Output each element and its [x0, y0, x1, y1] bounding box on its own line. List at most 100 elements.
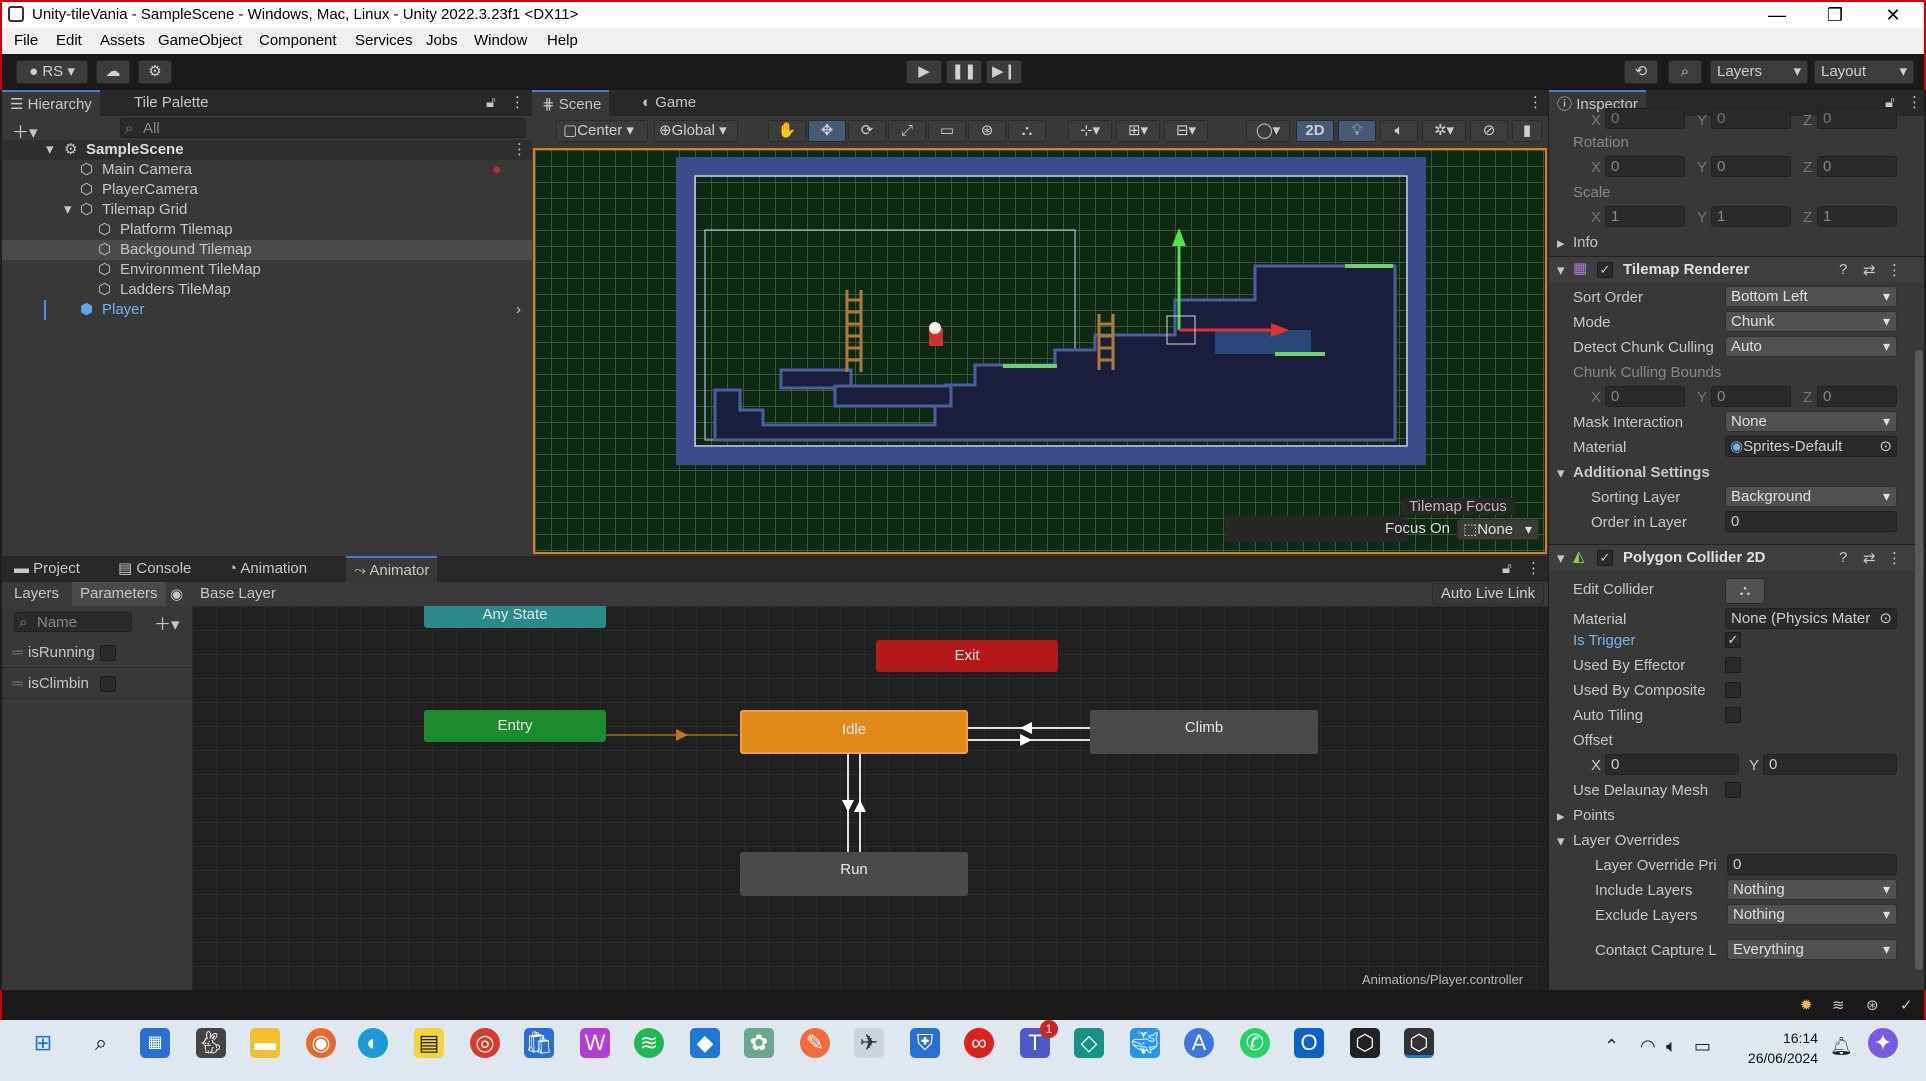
close-button[interactable]: ✕: [1864, 2, 1922, 28]
state-climb[interactable]: Climb: [1090, 710, 1318, 754]
preset-icon[interactable]: ⇄: [1863, 549, 1876, 567]
menu-file[interactable]: File: [14, 32, 38, 49]
unity-hub-icon[interactable]: ⬡: [1350, 1028, 1380, 1058]
drag-handle-icon[interactable]: ═: [12, 644, 23, 661]
light-icon[interactable]: ✹: [1800, 996, 1813, 1014]
firefox-icon[interactable]: ◉: [306, 1028, 336, 1058]
foldout-arrow-icon[interactable]: ▾: [1557, 261, 1565, 279]
chevron-up-icon[interactable]: ⌃: [1604, 1036, 1619, 1057]
lock-icon[interactable]: 🔓︎: [1502, 560, 1512, 577]
used-by-composite-checkbox[interactable]: [1725, 682, 1741, 698]
state-run[interactable]: Run: [740, 852, 968, 896]
menu-help[interactable]: Help: [547, 32, 578, 49]
bounds-y-field[interactable]: 0: [1711, 386, 1791, 407]
shield-icon[interactable]: ⛨: [910, 1028, 940, 1058]
list-item[interactable]: ⬡ Ladders TileMap: [2, 280, 532, 300]
animator-graph[interactable]: Any State Exit Entry Idle Climb Run Anim…: [192, 606, 1548, 990]
object-picker-icon[interactable]: ⊙: [1879, 437, 1892, 456]
collab-button[interactable]: ⚙: [138, 60, 172, 84]
tab-game[interactable]: ◐ Game: [634, 90, 704, 116]
visibility-toggle[interactable]: ⊘: [1470, 120, 1508, 142]
state-entry[interactable]: Entry: [424, 710, 606, 742]
wildlife-app-icon[interactable]: 🐇︎: [196, 1028, 226, 1058]
mask-dropdown[interactable]: None: [1725, 411, 1897, 432]
include-layers-dropdown[interactable]: Nothing: [1727, 879, 1897, 900]
tab-project[interactable]: ▬ Project: [6, 556, 88, 582]
custom-tool-button[interactable]: ⛬: [1008, 120, 1046, 142]
more-icon[interactable]: ⋮: [1528, 93, 1543, 111]
space-dropdown[interactable]: ⊕Global ▾: [654, 120, 738, 142]
clock-time[interactable]: 16:14: [1738, 1030, 1818, 1046]
unity-editor-icon[interactable]: ⬡: [1404, 1028, 1434, 1058]
menu-assets[interactable]: Assets: [100, 32, 145, 49]
debug-icon[interactable]: ⊛: [1866, 996, 1879, 1014]
points-foldout[interactable]: Points: [1573, 807, 1615, 824]
calendar-icon[interactable]: ▦: [140, 1028, 170, 1058]
override-priority-field[interactable]: 0: [1727, 854, 1897, 875]
stack-icon[interactable]: ≋: [1832, 996, 1845, 1014]
bell-icon[interactable]: 🔔︎: [1830, 1036, 1853, 1057]
eye-icon[interactable]: ◉: [170, 585, 183, 603]
camera-button[interactable]: ▮: [1512, 120, 1542, 142]
vscode-icon[interactable]: ◆: [690, 1028, 720, 1058]
scale-tool-button[interactable]: ⤢: [888, 120, 926, 142]
collider-material-field[interactable]: None (Physics Mater ⊙: [1725, 608, 1897, 629]
list-item[interactable]: ⬡ PlayerCamera: [2, 180, 532, 200]
layer-breadcrumb[interactable]: Base Layer: [200, 585, 276, 602]
list-item[interactable]: ⬡ Backgound Tilemap: [2, 240, 532, 260]
2d-toggle[interactable]: 2D: [1296, 120, 1334, 142]
windows-start-icon[interactable]: ⊞: [28, 1028, 58, 1058]
postman-icon[interactable]: ✎: [800, 1028, 830, 1058]
info-foldout[interactable]: Info: [1573, 234, 1598, 251]
maximize-button[interactable]: ❐: [1806, 2, 1864, 28]
wifi-icon[interactable]: ◠: [1640, 1036, 1656, 1057]
increment-button[interactable]: ⊟▾: [1164, 120, 1208, 142]
layer-overrides-foldout[interactable]: Layer Overrides: [1573, 832, 1680, 849]
cloud-button[interactable]: ☁: [96, 60, 130, 84]
more-icon[interactable]: ⋮: [512, 140, 527, 160]
list-item[interactable]: ═ isClimbin: [2, 669, 192, 699]
transform-tool-button[interactable]: ⊛: [968, 120, 1006, 142]
hand-tool-button[interactable]: ✋: [768, 120, 806, 142]
chrome-icon[interactable]: ◎: [470, 1028, 500, 1058]
hierarchy-search[interactable]: ⌕ All: [120, 118, 526, 138]
search-icon[interactable]: ⌕: [86, 1028, 116, 1058]
state-any-state[interactable]: Any State: [424, 606, 606, 628]
delaunay-checkbox[interactable]: [1725, 782, 1741, 798]
polygon-collider-enabled[interactable]: ✓: [1597, 550, 1613, 566]
outlook-icon[interactable]: O: [1294, 1028, 1324, 1058]
battery-icon[interactable]: ▭: [1694, 1036, 1711, 1057]
move-tool-button[interactable]: ✥: [808, 120, 846, 142]
polygon-collider-header[interactable]: ▾ ◭ ✓ Polygon Collider 2D ? ⇄ ⋮: [1549, 544, 1924, 570]
more-icon[interactable]: ⋮: [1526, 559, 1541, 577]
copilot-icon[interactable]: ✦: [1868, 1028, 1898, 1058]
foldout-arrow-icon[interactable]: ▾: [1557, 832, 1565, 850]
order-in-layer-field[interactable]: 0: [1725, 511, 1897, 532]
rotation-x-field[interactable]: 0: [1605, 156, 1685, 177]
list-item[interactable]: ═ isRunning: [2, 638, 192, 668]
list-item[interactable]: ▾ ⬡ Tilemap Grid: [2, 200, 532, 220]
is-trigger-checkbox[interactable]: ✓: [1725, 632, 1741, 648]
store-icon[interactable]: 🛍︎: [524, 1028, 554, 1058]
tab-scene[interactable]: ⋕ Scene: [532, 90, 610, 116]
foldout-arrow-icon[interactable]: ▸: [1557, 234, 1565, 252]
drag-handle-icon[interactable]: ═: [12, 675, 23, 692]
scene-row[interactable]: ▾ ⚙ SampleScene ⋮: [2, 140, 532, 160]
scale-x-field[interactable]: 1: [1605, 206, 1685, 227]
layout-dropdown[interactable]: Layout ▾: [1814, 60, 1914, 84]
detect-culling-dropdown[interactable]: Auto: [1725, 336, 1897, 357]
foldout-arrow-icon[interactable]: ▸: [1557, 807, 1565, 825]
offset-y-field[interactable]: 0: [1763, 754, 1897, 775]
add-parameter-button[interactable]: ＋▾: [154, 610, 180, 635]
w-app-icon[interactable]: W: [580, 1028, 610, 1058]
param-checkbox[interactable]: [100, 676, 116, 692]
menu-gameobject[interactable]: GameObject: [158, 32, 242, 49]
additional-settings-label[interactable]: Additional Settings: [1573, 464, 1710, 481]
exclude-layers-dropdown[interactable]: Nothing: [1727, 904, 1897, 925]
effects-button[interactable]: ✲▾: [1422, 120, 1466, 142]
rotation-z-field[interactable]: 0: [1817, 156, 1897, 177]
history-button[interactable]: ⟲: [1624, 60, 1658, 84]
rotation-y-field[interactable]: 0: [1711, 156, 1791, 177]
more-icon[interactable]: ⋮: [510, 93, 525, 111]
bounds-z-field[interactable]: 0: [1817, 386, 1897, 407]
